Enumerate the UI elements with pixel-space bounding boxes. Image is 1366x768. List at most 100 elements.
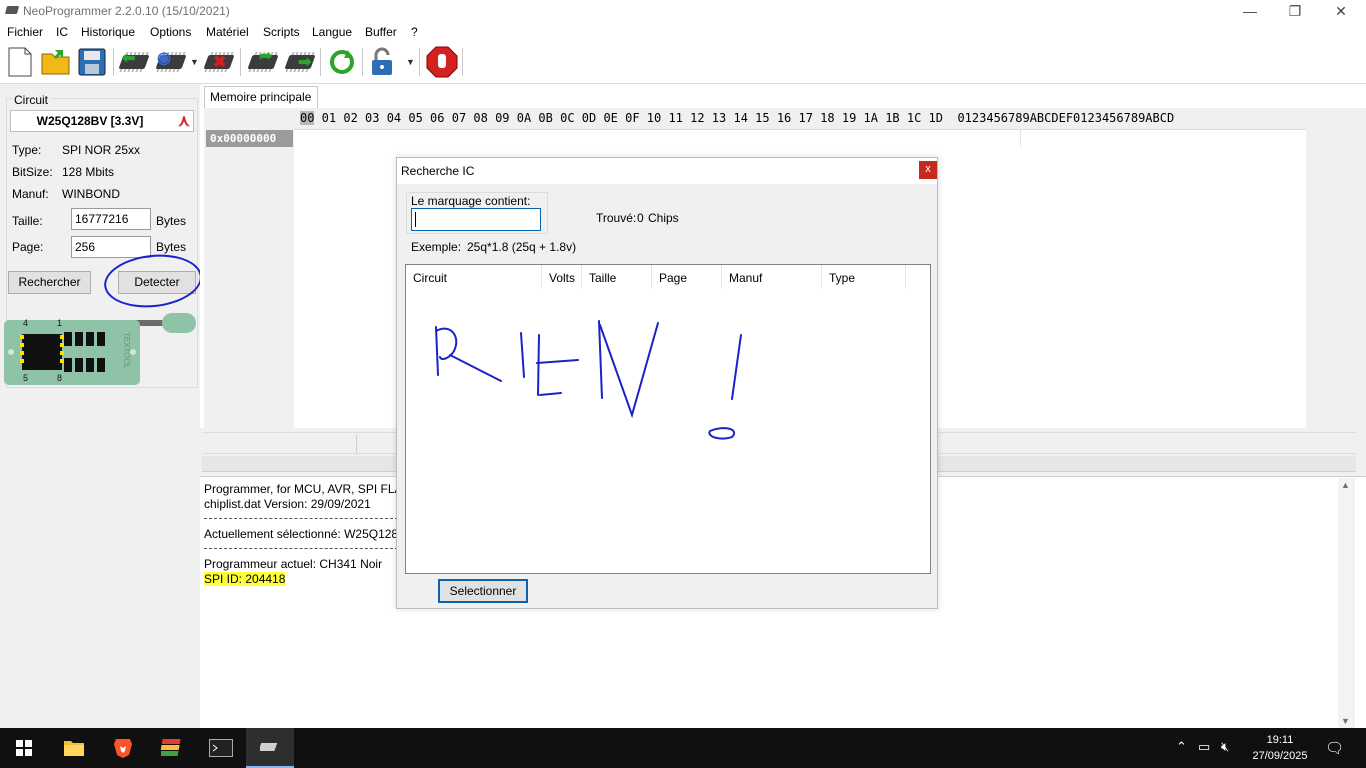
taskbar-neoprogrammer[interactable] bbox=[246, 728, 294, 768]
chevron-up-icon[interactable]: ⌃ bbox=[1176, 739, 1187, 755]
close-window-button[interactable]: ✕ bbox=[1318, 0, 1364, 22]
scroll-down-icon: ▼ bbox=[1341, 716, 1350, 726]
menu-fichier[interactable]: Fichier bbox=[7, 25, 43, 39]
verify-chip-button[interactable]: ◉ bbox=[155, 46, 187, 78]
circuit-group-label: Circuit bbox=[12, 93, 51, 107]
pdf-datasheet-icon[interactable]: ⋏ bbox=[175, 111, 193, 131]
new-file-button[interactable] bbox=[4, 46, 36, 78]
taskbar-bluestacks[interactable] bbox=[148, 728, 196, 768]
menu-buffer[interactable]: Buffer bbox=[365, 25, 397, 39]
menu-help[interactable]: ? bbox=[411, 25, 418, 39]
manuf-value: WINBOND bbox=[62, 187, 120, 201]
log-scrollbar[interactable]: ▲ ▼ bbox=[1338, 478, 1355, 728]
pin-label-5: 5 bbox=[23, 373, 29, 383]
windows-logo-icon bbox=[16, 740, 32, 756]
log-line: Programmeur actuel: CH341 Noir bbox=[204, 557, 383, 571]
size-field[interactable]: 16777216 bbox=[71, 208, 151, 230]
search-ic-button[interactable]: Rechercher bbox=[8, 271, 91, 294]
title-bar: NeoProgrammer 2.2.0.10 (15/10/2021) — ❐ … bbox=[0, 0, 1366, 22]
size-label: Taille: bbox=[12, 214, 43, 228]
menu-historique[interactable]: Historique bbox=[81, 25, 135, 39]
marking-search-input[interactable] bbox=[411, 208, 541, 231]
search-label: Le marquage contient: bbox=[411, 194, 531, 208]
restore-button[interactable]: ❐ bbox=[1272, 0, 1318, 22]
volume-muted-icon[interactable]: 🔇︎ bbox=[1221, 739, 1229, 755]
auto-program-button[interactable]: ➡ bbox=[284, 46, 316, 78]
select-button[interactable]: Selectionner bbox=[438, 579, 528, 603]
hex-address: 0x00000000 bbox=[206, 130, 293, 147]
brave-lion-icon bbox=[114, 739, 132, 758]
menu-materiel[interactable]: Matériel bbox=[206, 25, 249, 39]
socket-knob bbox=[162, 313, 196, 333]
type-value: SPI NOR 25xx bbox=[62, 143, 141, 157]
folder-icon bbox=[64, 741, 84, 756]
hex-header-first: 00 bbox=[300, 111, 315, 125]
tab-memoire-principale[interactable]: Memoire principale bbox=[204, 86, 318, 108]
chevron-down-icon[interactable]: ▼ bbox=[406, 57, 415, 67]
new-file-icon bbox=[8, 47, 32, 77]
taskbar: ⌃ ▭ 🔇︎ 19:11 27/09/2025 🗨︎ bbox=[0, 728, 1366, 768]
pin-label-4: 4 bbox=[23, 318, 29, 328]
stop-hand-icon bbox=[426, 46, 458, 78]
found-unit: Chips bbox=[648, 211, 679, 225]
dialog-title: Recherche IC bbox=[397, 158, 937, 184]
hex-column-header: 00 01 02 03 04 05 06 07 08 09 0A 0B 0C 0… bbox=[300, 110, 1360, 128]
example-label: Exemple: bbox=[411, 240, 462, 254]
taskbar-file-explorer[interactable] bbox=[50, 728, 98, 768]
app-chip-icon bbox=[4, 6, 20, 14]
manuf-label: Manuf: bbox=[12, 187, 49, 201]
terminal-icon bbox=[209, 739, 233, 757]
log-line: Programmer, for MCU, AVR, SPI FLASH bbox=[204, 482, 420, 496]
taskbar-clock[interactable]: 19:11 27/09/2025 bbox=[1244, 732, 1316, 764]
type-label: Type: bbox=[12, 143, 42, 157]
socket-brand: TEXTOOL bbox=[122, 331, 132, 370]
page-unit: Bytes bbox=[156, 240, 187, 254]
clock-time: 19:11 bbox=[1266, 734, 1294, 746]
search-ic-dialog: Recherche IC x Le marquage contient: Tro… bbox=[396, 157, 938, 609]
found-count: 0 bbox=[637, 211, 644, 225]
taskbar-terminal[interactable] bbox=[197, 728, 245, 768]
toolbar: ⬅ ◉ ▼ ✖ ➦ ➡ ▼ bbox=[0, 42, 1366, 84]
erase-chip-button[interactable]: ✖ bbox=[203, 46, 235, 78]
protect-button[interactable] bbox=[366, 46, 398, 78]
menu-ic[interactable]: IC bbox=[56, 25, 68, 39]
text-cursor bbox=[415, 212, 416, 227]
start-button[interactable] bbox=[0, 728, 48, 768]
padlock-icon bbox=[372, 47, 392, 75]
notification-icon[interactable]: 🗨︎ bbox=[1325, 739, 1344, 757]
menu-options[interactable]: Options bbox=[150, 25, 191, 39]
minimize-button[interactable]: — bbox=[1227, 0, 1273, 22]
clock-date: 27/09/2025 bbox=[1252, 750, 1308, 762]
open-file-button[interactable] bbox=[40, 46, 72, 78]
hex-header-rest: 01 02 03 04 05 06 07 08 09 0A 0B 0C 0D 0… bbox=[314, 111, 943, 125]
refresh-chip-button[interactable] bbox=[326, 46, 358, 78]
chip-icon bbox=[260, 743, 278, 751]
read-chip-button[interactable]: ⬅ bbox=[118, 46, 150, 78]
floppy-save-icon bbox=[78, 48, 106, 76]
size-unit: Bytes bbox=[156, 214, 187, 228]
dialog-close-button[interactable]: x bbox=[919, 161, 937, 179]
menu-scripts[interactable]: Scripts bbox=[263, 25, 300, 39]
taskbar-brave-browser[interactable] bbox=[99, 728, 147, 768]
window-title: NeoProgrammer 2.2.0.10 (15/10/2021) bbox=[23, 4, 230, 18]
save-button[interactable] bbox=[76, 46, 108, 78]
handwritten-rien-annotation bbox=[435, 320, 742, 440]
spi-id-line: SPI ID: 204418 bbox=[204, 572, 286, 586]
chip-name-display: W25Q128BV [3.3V] bbox=[10, 110, 194, 132]
chevron-down-icon[interactable]: ▼ bbox=[190, 57, 199, 67]
address-column bbox=[206, 147, 293, 428]
menu-langue[interactable]: Langue bbox=[312, 25, 352, 39]
network-icon[interactable]: ▭ bbox=[1198, 739, 1210, 755]
folder-icon bbox=[41, 50, 70, 75]
page-label: Page: bbox=[12, 240, 44, 254]
write-chip-button[interactable]: ➦ bbox=[247, 46, 279, 78]
found-label: Trouvé: bbox=[596, 211, 637, 225]
results-list[interactable]: Circuit Volts Taille Page Manuf Type bbox=[405, 264, 931, 574]
example-value: 25q*1.8 (25q + 1.8v) bbox=[467, 240, 577, 254]
log-line: chiplist.dat Version: 29/09/2021 bbox=[204, 497, 371, 511]
bitsize-label: BitSize: bbox=[12, 165, 53, 179]
refresh-icon bbox=[330, 50, 354, 74]
stop-button[interactable] bbox=[426, 46, 458, 78]
circuit-panel: Circuit W25Q128BV [3.3V] ⋏ Type: SPI NOR… bbox=[0, 84, 205, 728]
page-field[interactable]: 256 bbox=[71, 236, 151, 258]
